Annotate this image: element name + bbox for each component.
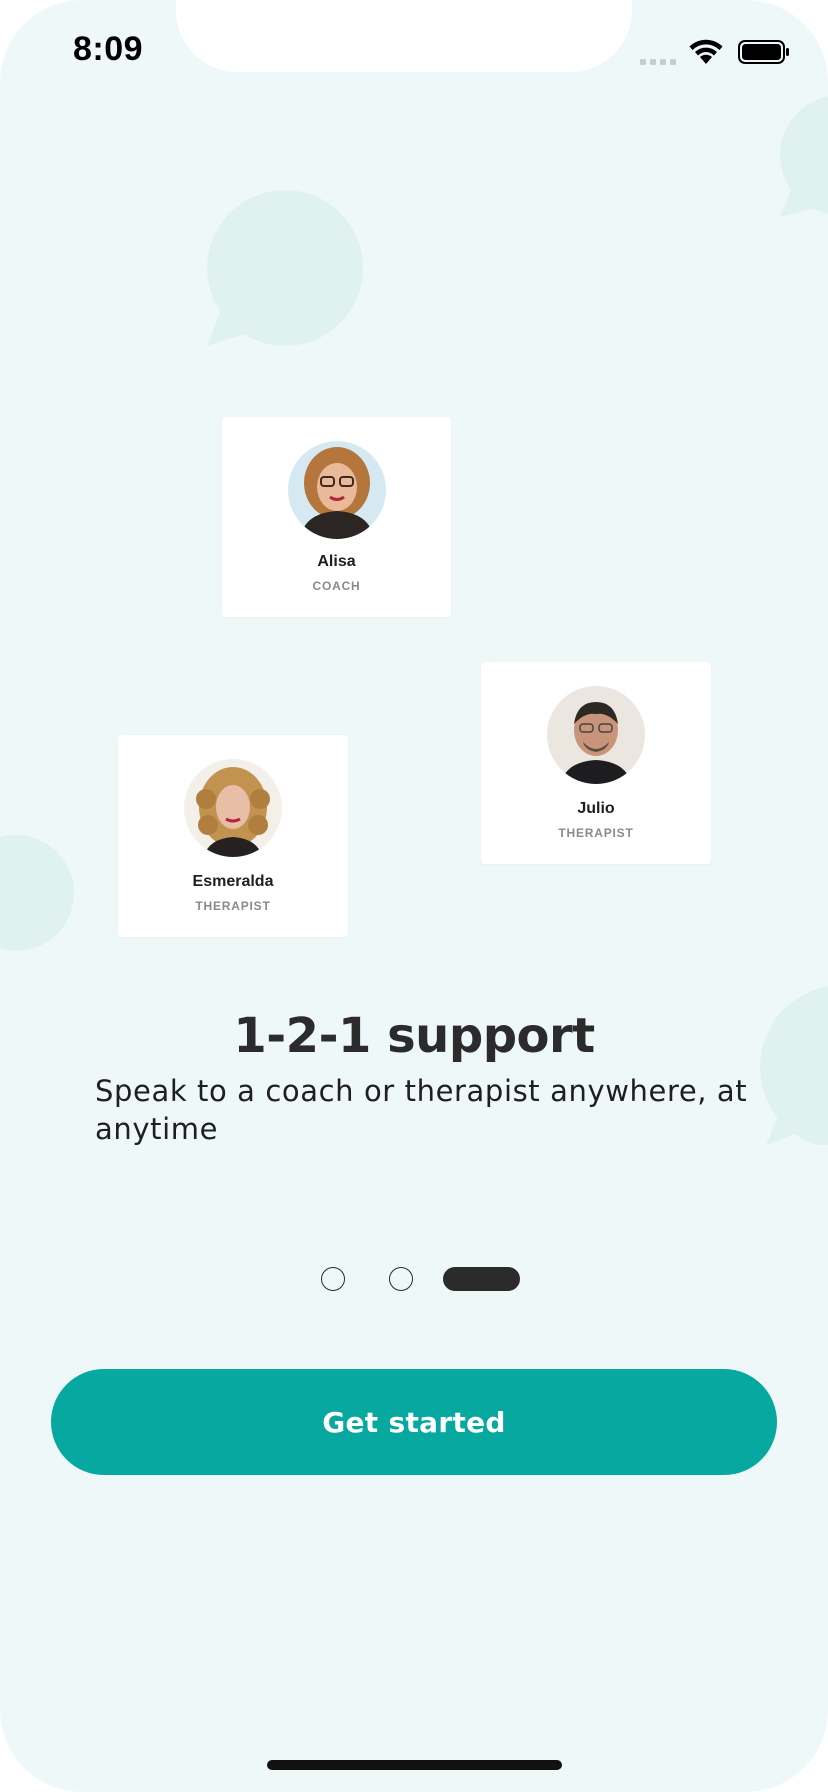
avatar-photo (287, 441, 386, 539)
onboarding-screen: 8:09 Alisa COACH Julio THERAPIST Esmeral… (0, 0, 828, 1792)
device-notch (176, 0, 632, 72)
page-dot-1[interactable] (321, 1267, 345, 1291)
avatar-photo (184, 759, 282, 857)
page-dot-2[interactable] (389, 1267, 413, 1291)
avatar-photo (547, 686, 645, 784)
coach-role: COACH (312, 579, 361, 593)
speech-bubble-decoration (0, 835, 74, 951)
get-started-button[interactable]: Get started (51, 1369, 777, 1475)
coach-card-esmeralda: Esmeralda THERAPIST (118, 735, 348, 937)
coach-card-alisa: Alisa COACH (222, 417, 451, 617)
coach-role: THERAPIST (195, 899, 271, 913)
battery-icon (738, 40, 789, 64)
status-time: 8:09 (73, 30, 144, 68)
cellular-signal-icon (640, 59, 676, 65)
wifi-icon (689, 39, 723, 64)
speech-bubble-decoration (207, 190, 363, 346)
coach-name: Alisa (317, 553, 356, 570)
status-icons (640, 38, 790, 66)
coach-name: Esmeralda (192, 873, 274, 890)
coach-card-julio: Julio THERAPIST (481, 662, 711, 864)
onboarding-subtitle: Speak to a coach or therapist anywhere, … (95, 1074, 748, 1146)
avatar (184, 759, 282, 857)
page-dot-3-active[interactable] (443, 1267, 520, 1291)
avatar (547, 686, 645, 784)
coach-role: THERAPIST (558, 826, 634, 840)
home-indicator[interactable] (267, 1760, 562, 1770)
speech-bubble-decoration (780, 96, 828, 217)
avatar (287, 441, 386, 539)
coach-name: Julio (577, 800, 615, 817)
onboarding-title: 1-2-1 support (233, 1008, 595, 1064)
